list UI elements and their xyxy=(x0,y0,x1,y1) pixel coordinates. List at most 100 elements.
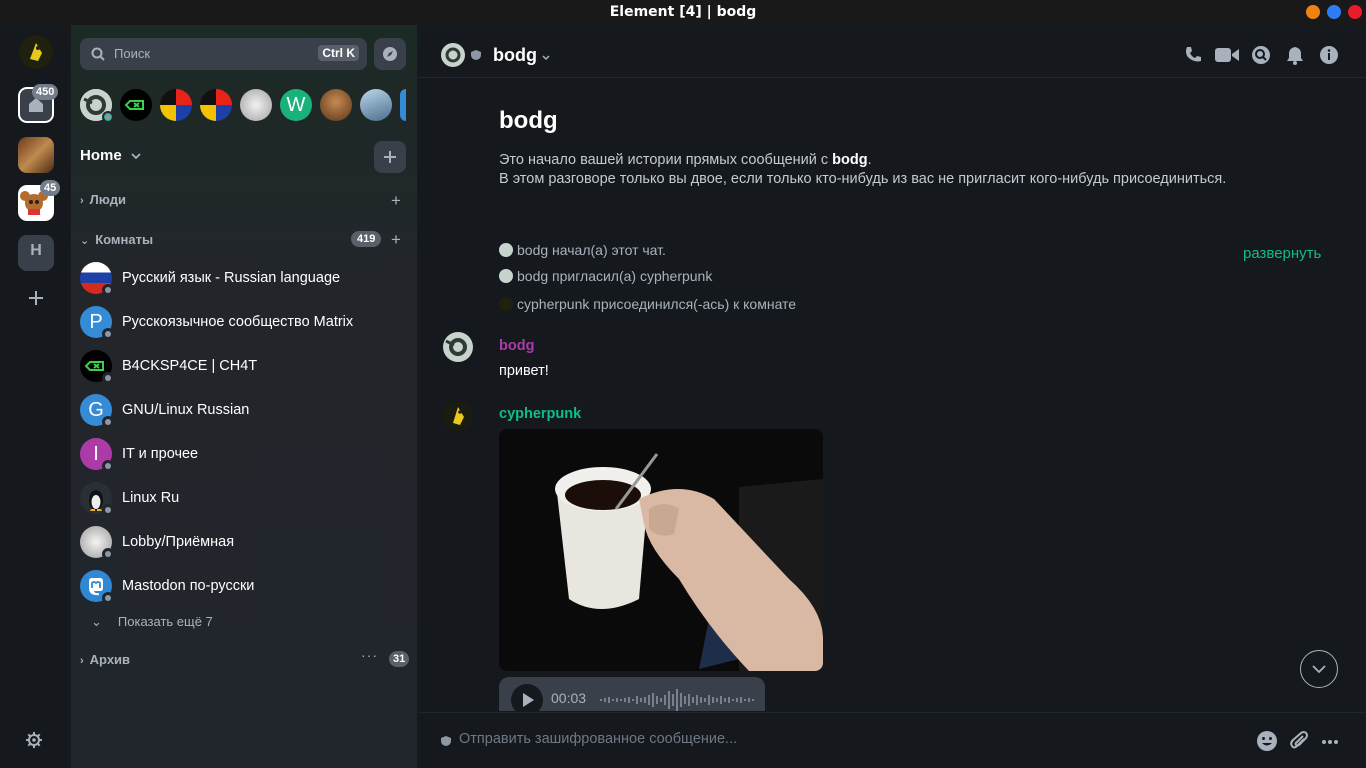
search-input[interactable]: Поиск Ctrl K xyxy=(80,38,367,70)
recent-avatar-7[interactable] xyxy=(320,89,352,121)
archive-label: Архив xyxy=(89,652,131,667)
space-item-2[interactable]: 45 xyxy=(18,180,61,221)
room-status-dot xyxy=(102,504,114,516)
room-list-panel: Поиск Ctrl K W Home › Люди + ⌄ Комнаты 419… xyxy=(71,25,417,768)
threads-search-icon[interactable] xyxy=(1251,45,1271,65)
intro-line1-prefix: Это начало вашей истории прямых сообщени… xyxy=(499,152,833,168)
archive-section-header[interactable]: › Архив xyxy=(80,652,130,667)
room-name: GNU/Linux Russian xyxy=(122,402,250,418)
info-icon[interactable] xyxy=(1319,45,1339,65)
recent-avatar-backspace[interactable] xyxy=(120,89,152,121)
chevron-down-icon xyxy=(1312,665,1326,674)
plus-icon xyxy=(384,151,396,163)
intro-line1-name: bodg xyxy=(832,152,868,168)
create-space-button[interactable] xyxy=(26,288,46,308)
room-item[interactable]: G GNU/Linux Russian xyxy=(80,394,400,430)
message-composer: Отправить зашифрованное сообщение... xyxy=(418,712,1366,768)
image-attachment[interactable] xyxy=(499,429,823,671)
chevron-down-icon xyxy=(131,153,141,160)
message-input[interactable]: Отправить зашифрованное сообщение... xyxy=(459,731,1239,753)
more-options-icon[interactable] xyxy=(1321,739,1339,745)
room-name: B4CKSP4CE | CH4T xyxy=(122,358,258,374)
room-header-avatar[interactable] xyxy=(441,43,465,67)
recent-avatar-8[interactable] xyxy=(360,89,392,121)
add-person-button[interactable]: + xyxy=(391,191,401,211)
minimize-button[interactable] xyxy=(1306,5,1320,19)
gear-icon xyxy=(26,732,42,748)
play-icon xyxy=(523,693,534,707)
room-status-dot xyxy=(102,592,114,604)
timeline-event: bodg пригласил(а) cypherpunk xyxy=(499,268,712,284)
room-name: Русский язык - Russian language xyxy=(122,270,341,286)
timeline-event: bodg начал(а) этот чат. xyxy=(499,242,666,258)
people-section-header[interactable]: › Люди xyxy=(80,192,126,207)
jump-to-bottom-button[interactable] xyxy=(1300,650,1338,688)
add-room-plus[interactable]: + xyxy=(391,230,401,250)
space-badge: 45 xyxy=(40,180,61,196)
recent-avatar-5[interactable] xyxy=(240,89,272,121)
chevron-down-icon: ⌄ xyxy=(91,614,102,629)
home-dropdown[interactable]: Home xyxy=(80,147,141,164)
message-body: привет! xyxy=(499,363,549,379)
room-name: Linux Ru xyxy=(122,490,180,506)
sender-avatar[interactable] xyxy=(443,332,473,362)
intro-text: Это начало вашей истории прямых сообщени… xyxy=(499,151,1226,189)
home-label: Home xyxy=(80,147,122,164)
room-item[interactable]: B4CKSP4CE | CH4T xyxy=(80,350,400,386)
user-avatar[interactable] xyxy=(19,35,53,69)
room-item[interactable]: Р Русскоязычное сообщество Matrix xyxy=(80,306,400,342)
rooms-section-header[interactable]: ⌄ Комнаты xyxy=(80,232,153,247)
room-view: bodg bodg Это начало вашей истории прямы… xyxy=(418,25,1366,768)
emoji-icon[interactable] xyxy=(1256,730,1278,752)
expand-events-link[interactable]: развернуть xyxy=(1243,245,1321,262)
sender-avatar[interactable] xyxy=(443,401,473,431)
room-status-dot xyxy=(102,460,114,472)
sender-name[interactable]: bodg xyxy=(499,338,534,354)
room-item[interactable]: Lobby/Приёмная xyxy=(80,526,400,562)
attachment-icon[interactable] xyxy=(1289,730,1309,752)
archive-count-badge: 31 xyxy=(389,651,410,667)
sender-name[interactable]: cypherpunk xyxy=(499,406,581,422)
room-item[interactable]: Русский язык - Russian language xyxy=(80,262,400,298)
archive-options-button[interactable]: ··· xyxy=(361,647,378,663)
recent-avatar-4[interactable] xyxy=(200,89,232,121)
room-name-button[interactable]: bodg xyxy=(493,45,550,66)
recent-avatar-6[interactable]: W xyxy=(280,89,312,121)
room-name: Lobby/Приёмная xyxy=(122,534,235,550)
event-avatar xyxy=(499,297,513,311)
voice-message: 00:03 xyxy=(499,677,765,711)
intro-line2: В этом разговоре только вы двое, если то… xyxy=(499,171,1227,187)
explore-rooms-button[interactable] xyxy=(374,38,406,70)
bell-icon[interactable] xyxy=(1285,45,1305,65)
recent-avatar-9[interactable] xyxy=(400,89,406,121)
room-status-dot xyxy=(102,416,114,428)
room-item[interactable]: Linux Ru xyxy=(80,482,400,518)
quick-settings-button[interactable] xyxy=(25,731,43,749)
message-input-placeholder: Отправить зашифрованное сообщение... xyxy=(459,731,738,747)
room-name: Mastodon по-русски xyxy=(122,578,255,594)
plus-icon xyxy=(29,291,43,305)
home-space[interactable]: 450 xyxy=(18,84,59,123)
play-button[interactable] xyxy=(511,684,543,711)
search-shortcut: Ctrl K xyxy=(318,45,359,61)
space-item-h[interactable]: H xyxy=(18,235,54,271)
video-call-icon[interactable] xyxy=(1214,46,1240,64)
add-room-button[interactable] xyxy=(374,141,406,173)
room-status-dot xyxy=(102,328,114,340)
show-more-button[interactable]: ⌄ Показать ещё 7 xyxy=(91,614,213,630)
maximize-button[interactable] xyxy=(1327,5,1341,19)
voice-duration: 00:03 xyxy=(551,690,587,706)
event-text: bodg начал(а) этот чат. xyxy=(517,242,666,258)
waveform xyxy=(600,689,754,711)
shield-icon xyxy=(471,50,481,60)
recent-avatar-bodg[interactable] xyxy=(80,89,114,123)
room-name: Русскоязычное сообщество Matrix xyxy=(122,314,354,330)
recent-avatar-3[interactable] xyxy=(160,89,192,121)
room-item[interactable]: Mastodon по-русски xyxy=(80,570,400,606)
room-name: IT и прочее xyxy=(122,446,199,462)
room-status-dot xyxy=(102,548,114,560)
room-item[interactable]: I IT и прочее xyxy=(80,438,400,474)
space-item-1[interactable] xyxy=(18,137,54,173)
voice-call-icon[interactable] xyxy=(1183,45,1203,65)
close-button[interactable] xyxy=(1348,5,1362,19)
